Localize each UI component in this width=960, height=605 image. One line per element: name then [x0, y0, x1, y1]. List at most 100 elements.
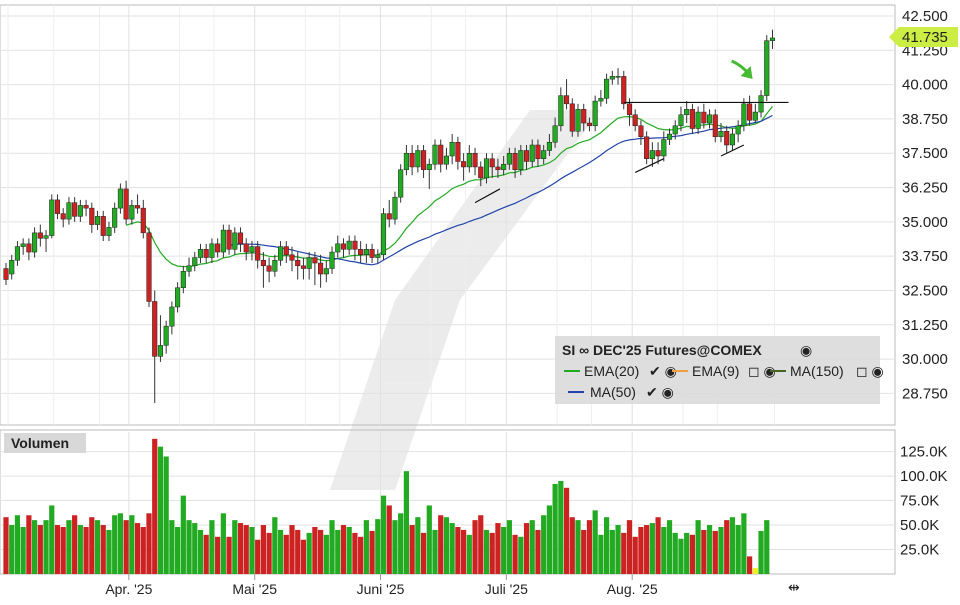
volume-bar [249, 526, 255, 574]
volume-bar [666, 520, 673, 574]
volume-bar [255, 539, 261, 574]
volume-bar [563, 487, 570, 574]
volume-bar [300, 539, 307, 574]
volume-bar [380, 495, 387, 574]
candle-body [209, 243, 215, 258]
volume-bar [375, 519, 381, 574]
volume-bar [346, 526, 352, 574]
candle-body [478, 166, 484, 179]
x-tick-label: Juli '25 [485, 581, 528, 597]
settings-icon[interactable]: ◉ [800, 342, 812, 358]
volume-bar [701, 529, 707, 574]
candle-body [712, 114, 718, 138]
volume-bar [712, 530, 718, 574]
volume-bar [9, 525, 15, 574]
candle-body [272, 260, 278, 272]
legend-toggle-ma150[interactable]: ◻ ◉ [856, 363, 884, 379]
volume-bar [266, 532, 272, 574]
volume-bar [289, 525, 295, 574]
candle-body [237, 232, 244, 245]
candle-body [66, 202, 72, 220]
candle-body [649, 150, 655, 159]
volume-bar [89, 517, 95, 574]
candle-body [678, 114, 684, 127]
volume-title: Volumen [11, 435, 69, 451]
candle-body [146, 232, 152, 302]
volume-bar [461, 529, 467, 574]
volume-bar [426, 505, 432, 574]
volume-bar [3, 517, 9, 574]
volume-bar [129, 515, 135, 574]
volume-bar [152, 438, 158, 574]
volume-bar [220, 513, 226, 574]
candle-body [203, 249, 209, 258]
candle-body [466, 152, 472, 168]
candle-body [626, 103, 633, 116]
volume-bar [363, 520, 369, 574]
volume-bar [489, 532, 495, 574]
candle-body [575, 109, 581, 132]
candle-body [558, 95, 564, 127]
volume-bar [277, 529, 284, 574]
candle-body [318, 262, 324, 275]
candle-body [243, 243, 249, 253]
volume-bar [621, 532, 627, 574]
volume-bar [66, 520, 72, 574]
candle-body [37, 232, 43, 239]
volume-bar [192, 523, 198, 574]
volume-y-axis: 125.0K 100.0K 75.0K 50.0K 25.0K [900, 444, 948, 559]
candle-body [117, 188, 123, 209]
legend-label-ma150: MA(150) [790, 363, 844, 379]
volume-bar [684, 532, 690, 574]
volume-bar [49, 505, 55, 574]
volume-bar [94, 520, 101, 574]
candle-body [569, 103, 575, 132]
stock-chart: 42.500 41.250 40.000 38.750 37.500 36.250 35.0… [0, 0, 960, 600]
candle-body [60, 213, 66, 220]
volume-bar [43, 520, 49, 574]
candle-body [123, 188, 129, 220]
volume-bar [455, 526, 461, 574]
candle-body [180, 271, 186, 288]
volume-bar [535, 529, 541, 574]
candle-body [20, 243, 26, 247]
candle-body [295, 260, 301, 267]
volume-bar [609, 529, 615, 574]
volume-bar [134, 523, 141, 574]
chart-canvas: 42.50041.25040.00038.75037.50036.25035.0… [0, 4, 958, 597]
candle-body [3, 268, 9, 280]
candle-body [655, 150, 661, 157]
candle-body [289, 254, 295, 261]
volume-bar [506, 520, 512, 574]
candle-body [89, 207, 95, 225]
candle-body [100, 216, 106, 236]
candle-body [506, 152, 512, 165]
volume-bar [512, 534, 518, 574]
volume-bar [558, 480, 564, 574]
scroll-handle-icon[interactable]: ⇹ [788, 579, 800, 595]
volume-bar [409, 525, 415, 574]
candle-body [157, 345, 163, 357]
candle-body [672, 125, 678, 135]
volume-bar [106, 529, 112, 574]
volume-bar [163, 456, 169, 574]
legend-toggle-ma50[interactable]: ✔ ◉ [646, 384, 674, 400]
volume-bar [478, 515, 484, 574]
candle-body [535, 144, 541, 159]
volume-bar [735, 525, 741, 574]
volume-bar [672, 532, 678, 574]
candle-body [644, 136, 650, 159]
candle-body [380, 213, 387, 256]
price-y-tick: 40.000 [902, 77, 948, 94]
candle-body [564, 95, 570, 105]
volume-bar [157, 446, 164, 574]
candle-body [718, 131, 724, 138]
volume-bar [541, 515, 547, 574]
volume-bar [392, 520, 398, 574]
volume-bar [529, 520, 535, 574]
volume-bar [323, 534, 329, 574]
candle-body [32, 232, 38, 253]
candle-body [495, 166, 501, 170]
volume-y-tick: 50.0K [900, 517, 939, 534]
volume-bar [483, 529, 490, 574]
